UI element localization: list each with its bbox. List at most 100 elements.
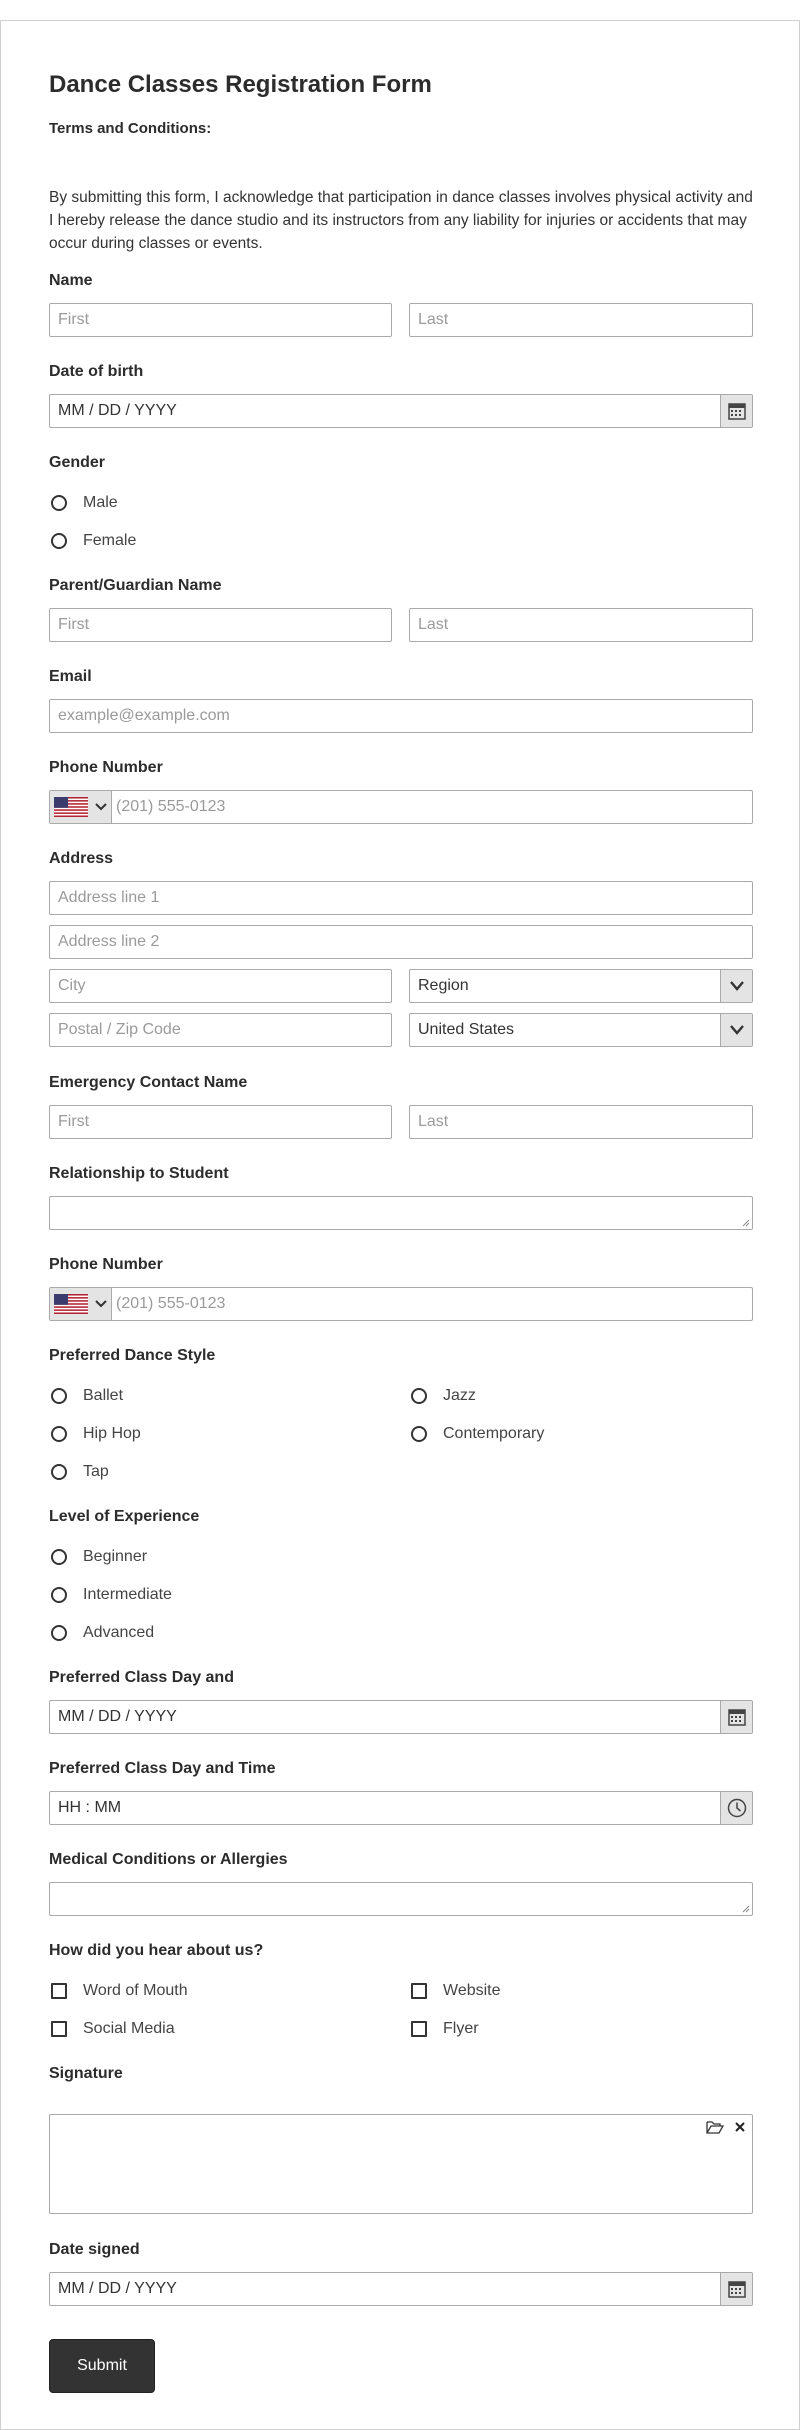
class-day-input[interactable]: MM / DD / YYYY [49,1700,753,1734]
dob-input[interactable]: MM / DD / YYYY [49,394,753,428]
region-dropdown-button[interactable] [720,970,752,1002]
address-line2-input[interactable]: Address line 2 [49,925,753,959]
country-dropdown-button[interactable] [720,1014,752,1046]
country-code-select[interactable] [50,1288,112,1320]
experience-option-beginner[interactable]: Beginner [51,1548,147,1566]
option-label: Tap [83,1463,109,1480]
calendar-icon [727,403,746,420]
clock-button[interactable] [720,1792,752,1824]
radio-button[interactable] [411,1388,427,1404]
email-input[interactable]: example@example.com [49,699,753,733]
date-signed-label: Date signed [49,2241,140,2258]
date-signed-placeholder: MM / DD / YYYY [58,2280,177,2297]
calendar-button[interactable] [720,1701,752,1733]
radio-button[interactable] [51,1587,67,1603]
region-select[interactable]: Region [409,969,753,1003]
us-flag-icon [54,797,88,817]
dance-option-jazz[interactable]: Jazz [411,1387,476,1405]
dance-option-tap[interactable]: Tap [51,1463,109,1481]
submit-button[interactable]: Submit [49,2339,155,2393]
class-time-input[interactable]: HH : MM [49,1791,753,1825]
emergency-first-input[interactable]: First [49,1105,392,1139]
option-label: Flyer [443,2020,479,2037]
dob-label: Date of birth [49,363,144,380]
date-signed-input[interactable]: MM / DD / YYYY [49,2272,753,2306]
medical-textarea[interactable] [49,1882,753,1916]
folder-open-icon[interactable] [706,2119,724,2135]
hear-option-word-of-mouth[interactable]: Word of Mouth [51,1982,188,2000]
radio-button[interactable] [51,495,67,511]
experience-option-intermediate[interactable]: Intermediate [51,1586,172,1604]
dob-placeholder: MM / DD / YYYY [58,402,177,419]
form-title: Dance Classes Registration Form [49,71,432,98]
city-input[interactable]: City [49,969,392,1003]
name-label: Name [49,272,93,289]
class-time-placeholder: HH : MM [58,1799,122,1816]
option-label: Word of Mouth [83,1982,188,1999]
country-select[interactable]: United States [409,1013,753,1047]
radio-button[interactable] [51,1426,67,1442]
us-flag-icon [54,1294,88,1314]
close-icon[interactable] [734,2121,746,2133]
chevron-down-icon [729,1025,744,1035]
last-name-input[interactable]: Last [409,303,753,337]
guardian-first-input[interactable]: First [49,608,392,642]
dance-option-hip-hop[interactable]: Hip Hop [51,1425,141,1443]
radio-button[interactable] [51,1549,67,1565]
checkbox[interactable] [51,2021,67,2037]
experience-label: Level of Experience [49,1508,200,1525]
hear-option-social-media[interactable]: Social Media [51,2020,175,2038]
address-line1-input[interactable]: Address line 1 [49,881,753,915]
class-time-label: Preferred Class Day and Time [49,1760,276,1777]
relationship-textarea[interactable] [49,1196,753,1230]
country-code-select[interactable] [50,791,112,823]
chevron-down-icon [95,803,107,811]
postal-input[interactable]: Postal / Zip Code [49,1013,392,1047]
calendar-icon [727,2281,746,2298]
phone-placeholder: (201) 555-0123 [116,798,226,815]
phone-input[interactable]: (201) 555-0123 [49,790,753,824]
option-label: Male [83,494,118,511]
checkbox[interactable] [51,1983,67,1999]
option-label: Jazz [443,1387,476,1404]
radio-button[interactable] [51,1464,67,1480]
radio-button[interactable] [51,1388,67,1404]
calendar-button[interactable] [720,2273,752,2305]
phone2-input[interactable]: (201) 555-0123 [49,1287,753,1321]
option-label: Advanced [83,1624,155,1641]
first-name-input[interactable]: First [49,303,392,337]
gender-option-male[interactable]: Male [51,494,118,512]
emergency-last-input[interactable]: Last [409,1105,753,1139]
calendar-button[interactable] [720,395,752,427]
chevron-down-icon [729,981,744,991]
dance-style-label: Preferred Dance Style [49,1347,216,1364]
resize-grip-icon[interactable] [742,1905,750,1913]
option-label: Social Media [83,2020,175,2037]
region-value: Region [418,977,469,994]
dance-option-ballet[interactable]: Ballet [51,1387,123,1405]
signature-label: Signature [49,2065,123,2082]
radio-button[interactable] [51,533,67,549]
clock-icon [727,1798,746,1818]
checkbox[interactable] [411,2021,427,2037]
phone-label: Phone Number [49,759,163,776]
dance-option-contemporary[interactable]: Contemporary [411,1425,544,1443]
option-label: Hip Hop [83,1425,141,1442]
gender-option-female[interactable]: Female [51,532,136,550]
experience-option-advanced[interactable]: Advanced [51,1624,154,1642]
class-day-label: Preferred Class Day and [49,1669,234,1686]
hear-option-flyer[interactable]: Flyer [411,2020,479,2038]
email-label: Email [49,668,92,685]
option-label: Intermediate [83,1586,172,1603]
option-label: Female [83,532,137,549]
guardian-last-input[interactable]: Last [409,608,753,642]
radio-button[interactable] [51,1625,67,1641]
calendar-icon [727,1709,746,1726]
hear-option-website[interactable]: Website [411,1982,501,2000]
radio-button[interactable] [411,1426,427,1442]
hear-label: How did you hear about us? [49,1942,264,1959]
signature-pad[interactable] [49,2114,753,2214]
resize-grip-icon[interactable] [742,1219,750,1227]
terms-text: By submitting this form, I acknowledge t… [49,189,753,252]
checkbox[interactable] [411,1983,427,1999]
